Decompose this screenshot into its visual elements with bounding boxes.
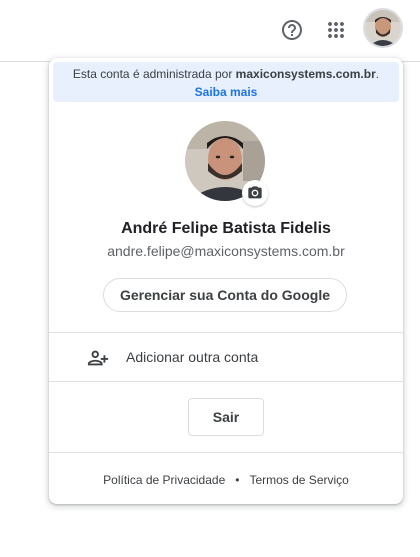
avatar [365, 10, 401, 46]
account-avatar-button[interactable] [363, 8, 403, 48]
person-add-icon [87, 347, 109, 374]
footer-separator: • [235, 473, 240, 487]
manage-account-button[interactable]: Gerenciar sua Conta do Google [103, 278, 347, 312]
add-account-label: Adicionar outra conta [126, 349, 259, 365]
add-account-item[interactable]: Adicionar outra conta [49, 334, 403, 381]
sign-out-button[interactable]: Sair [188, 398, 264, 436]
managed-account-notice: Esta conta é administrada por maxiconsys… [53, 62, 399, 102]
divider [49, 381, 403, 382]
help-icon[interactable] [274, 12, 310, 48]
user-email: andre.felipe@maxiconsystems.com.br [107, 243, 345, 259]
learn-more-link[interactable]: Saiba mais [53, 85, 399, 99]
user-name: André Felipe Batista Fidelis [121, 220, 331, 237]
managed-notice-prefix: Esta conta é administrada por [72, 67, 236, 81]
managed-domain: maxiconsystems.com.br [235, 67, 376, 81]
divider [49, 332, 403, 333]
privacy-policy-link[interactable]: Política de Privacidade [103, 473, 225, 487]
account-menu: Esta conta é administrada por maxiconsys… [49, 58, 403, 504]
terms-of-service-link[interactable]: Termos de Serviço [249, 473, 348, 487]
divider [49, 452, 403, 453]
top-bar [0, 0, 420, 62]
footer-links: Política de Privacidade • Termos de Serviç… [49, 473, 403, 487]
change-photo-camera-icon[interactable] [242, 180, 268, 206]
apps-grid-icon[interactable] [318, 12, 354, 48]
managed-notice-suffix: . [375, 67, 380, 81]
managed-notice-text: Esta conta é administrada por maxiconsys… [53, 67, 399, 81]
